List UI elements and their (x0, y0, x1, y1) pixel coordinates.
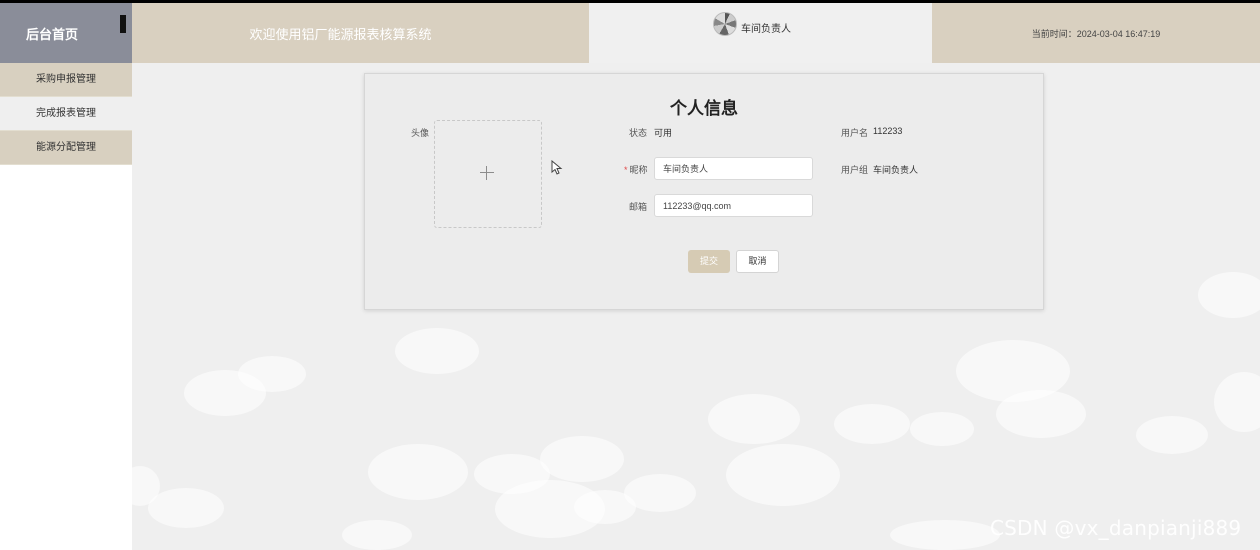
avatar-upload[interactable] (434, 120, 542, 228)
welcome-text: 欢迎使用铝厂能源报表核算系统 (249, 26, 432, 42)
group-value: 车间负责人 (873, 165, 919, 175)
current-time: 当前时间：2024-03-04 16:47:19 (1031, 28, 1161, 39)
avatar-icon[interactable] (713, 12, 737, 36)
sidebar-item-purchase[interactable]: 采购申报管理 (0, 63, 132, 97)
collapse-bar-icon[interactable] (120, 15, 126, 33)
sidebar-title[interactable]: 后台首页 (26, 24, 78, 43)
username-label: 用户名 (841, 128, 869, 138)
sidebar-header: 后台首页 (0, 3, 132, 63)
submit-button[interactable]: 提交 (688, 250, 730, 273)
avatar-label: 头像 (411, 128, 430, 138)
mouse-cursor-icon (551, 160, 563, 175)
plus-icon (477, 163, 497, 183)
sidebar-item-label: 能源分配管理 (36, 142, 96, 153)
username-value: 112233 (873, 126, 903, 136)
nickname-label: * 昵称 (624, 165, 648, 175)
watermark: CSDN @vx_danpianji889 (990, 516, 1242, 540)
sidebar-item-label: 完成报表管理 (36, 108, 96, 119)
sidebar-item-label: 采购申报管理 (36, 74, 96, 85)
sidebar-item-energy[interactable]: 能源分配管理 (0, 131, 132, 165)
header-username[interactable]: 车间负责人 (741, 20, 791, 35)
group-label: 用户组 (841, 165, 869, 175)
cancel-button[interactable]: 取消 (736, 250, 779, 273)
email-field[interactable] (654, 194, 813, 217)
header-user[interactable]: 车间负责人 (589, 3, 932, 63)
profile-card: 个人信息 头像 状态 可用 *昵称 邮箱 用户名 112233 用户组 车间负责… (364, 73, 1044, 310)
header-time: 当前时间：2024-03-04 16:47:19 (932, 3, 1260, 63)
status-label: 状态 (629, 128, 648, 138)
email-label: 邮箱 (629, 202, 648, 212)
sidebar-item-reports[interactable]: 完成报表管理 (0, 97, 132, 131)
sidebar: 采购申报管理 完成报表管理 能源分配管理 (0, 63, 132, 550)
header-welcome: 欢迎使用铝厂能源报表核算系统 (132, 3, 589, 63)
status-value: 可用 (654, 128, 673, 138)
page-title: 个人信息 (670, 99, 738, 118)
nickname-field[interactable] (654, 157, 813, 180)
